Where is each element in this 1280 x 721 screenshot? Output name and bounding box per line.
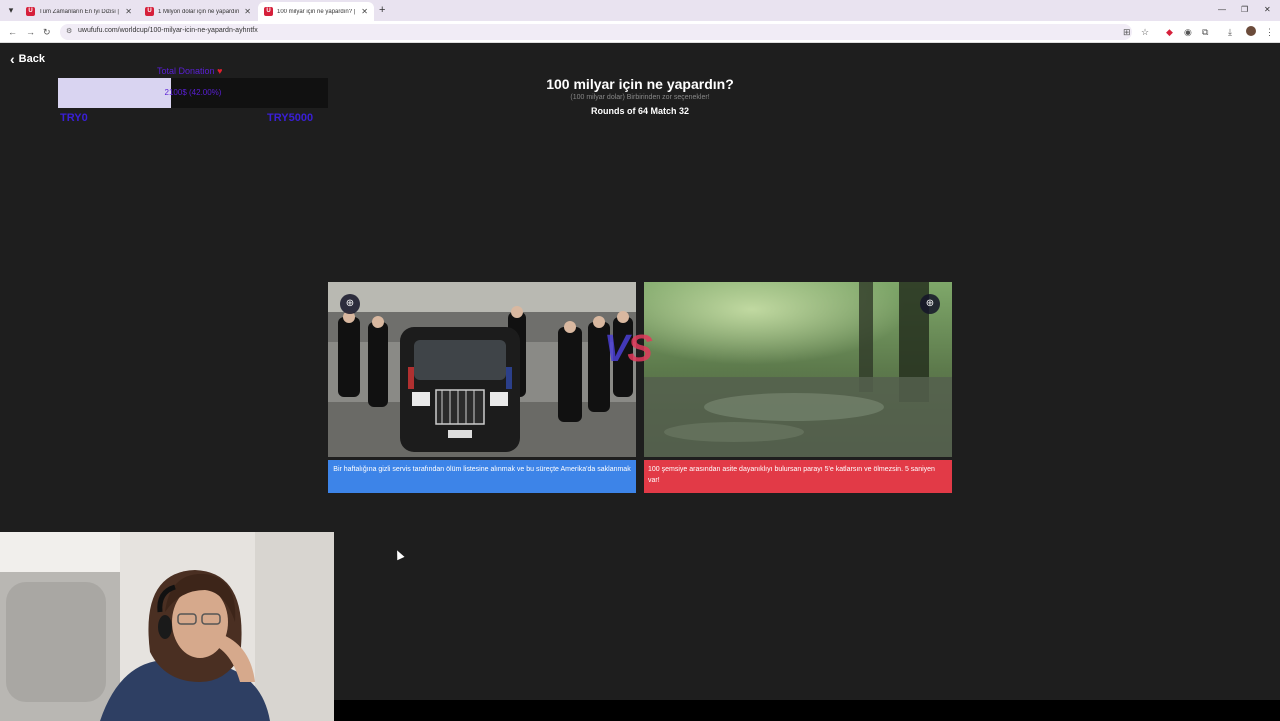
- zoom-in-icon[interactable]: ⊕: [340, 294, 360, 314]
- page-title: 100 milyar için ne yapardın?: [546, 76, 734, 92]
- browser-window: ▾ U Tüm Zamanların En İyi Dizisi | U ✕ U…: [0, 0, 1280, 721]
- page-subtitle: (100 milyar dolar) Birbirinden zor seçen…: [570, 94, 710, 101]
- extension-icon[interactable]: ◆: [1166, 26, 1173, 38]
- back-arrow-icon[interactable]: ←: [8, 25, 17, 39]
- menu-dots-icon[interactable]: ⋮: [1265, 26, 1274, 38]
- new-tab-plus-icon[interactable]: +: [379, 3, 385, 17]
- address-bar[interactable]: ⚙ uwufufu.com/worldcup/100-milyar-icin-n…: [60, 24, 1132, 40]
- camera-icon[interactable]: ◉: [1184, 26, 1192, 38]
- back-button[interactable]: ‹ Back: [10, 50, 45, 67]
- tab-strip: ▾ U Tüm Zamanların En İyi Dizisi | U ✕ U…: [0, 0, 1280, 21]
- heart-icon: ♥: [217, 66, 223, 76]
- page-content: ‹ Back Total Donation ♥ 2100$ (42.00%) T…: [0, 43, 1280, 721]
- choice-card-left[interactable]: ⊕ Bir haftalığına gizli servis tarafında…: [328, 282, 636, 493]
- site-favicon-icon: U: [26, 7, 35, 16]
- tab-2[interactable]: U 1 Milyon dolar için ne yapardın ✕: [139, 2, 257, 21]
- forward-arrow-icon[interactable]: →: [26, 25, 35, 39]
- restore-icon[interactable]: ❐: [1241, 3, 1248, 17]
- donation-max-label: TRY5000: [267, 112, 314, 124]
- tab-1[interactable]: U Tüm Zamanların En İyi Dizisi | U ✕: [20, 2, 138, 21]
- back-label: Back: [18, 53, 45, 65]
- translate-icon[interactable]: ⊞: [1123, 26, 1131, 38]
- tab-search-icon[interactable]: ▾: [4, 3, 18, 17]
- vs-s-letter: S: [627, 328, 652, 370]
- choice-image-left[interactable]: [328, 282, 636, 457]
- browser-toolbar: ← → ↻ ⚙ uwufufu.com/worldcup/100-milyar-…: [0, 21, 1280, 43]
- minimize-icon[interactable]: —: [1218, 3, 1226, 17]
- close-icon[interactable]: ✕: [244, 7, 251, 16]
- donation-stat-label: Total Donation: [157, 66, 215, 76]
- site-info-icon[interactable]: ⚙: [66, 27, 72, 35]
- tab-3-active[interactable]: U 100 milyar için ne yapardın? | U ✕: [258, 2, 374, 21]
- close-icon[interactable]: ✕: [125, 7, 132, 16]
- vs-v-letter: V: [604, 328, 629, 370]
- donation-min-label: TRY0: [60, 112, 88, 124]
- zoom-in-icon[interactable]: ⊕: [920, 294, 940, 314]
- choice-image-right[interactable]: [644, 282, 952, 457]
- round-indicator: Rounds of 64 Match 32: [590, 106, 689, 116]
- tab-title: 1 Milyon dolar için ne yapardın: [158, 8, 240, 15]
- site-favicon-icon: U: [264, 7, 273, 16]
- choice-caption-right[interactable]: 100 şemsiye arasından asite dayanıklıyı …: [644, 460, 952, 493]
- profile-avatar[interactable]: [1246, 26, 1256, 36]
- url-text[interactable]: uwufufu.com/worldcup/100-milyar-icin-ne-…: [78, 27, 258, 34]
- choice-caption-left[interactable]: Bir haftalığına gizli servis tarafından …: [328, 460, 636, 493]
- reload-icon[interactable]: ↻: [43, 25, 51, 39]
- choice-card-right[interactable]: ⊕ 100 şemsiye arasından asite dayanıklıy…: [644, 282, 952, 493]
- tab-title: 100 milyar için ne yapardın? | U: [277, 8, 358, 15]
- vs-badge: VS: [604, 328, 653, 371]
- tab-title: Tüm Zamanların En İyi Dizisi | U: [39, 8, 122, 15]
- donation-progress-bar: 2100$ (42.00%): [58, 78, 328, 108]
- bookmark-star-icon[interactable]: ☆: [1141, 26, 1149, 38]
- window-close-icon[interactable]: ✕: [1264, 3, 1271, 17]
- site-favicon-icon: U: [145, 7, 154, 16]
- webcam-overlay: [0, 532, 334, 721]
- extensions-puzzle-icon[interactable]: ⧉: [1202, 26, 1208, 38]
- donation-value: 2100$ (42.00%): [164, 88, 222, 97]
- donation-stat-title: Total Donation ♥: [157, 66, 222, 76]
- download-icon[interactable]: ⤓: [1228, 26, 1232, 38]
- close-icon[interactable]: ✕: [361, 7, 368, 16]
- chevron-left-icon: ‹: [10, 50, 15, 67]
